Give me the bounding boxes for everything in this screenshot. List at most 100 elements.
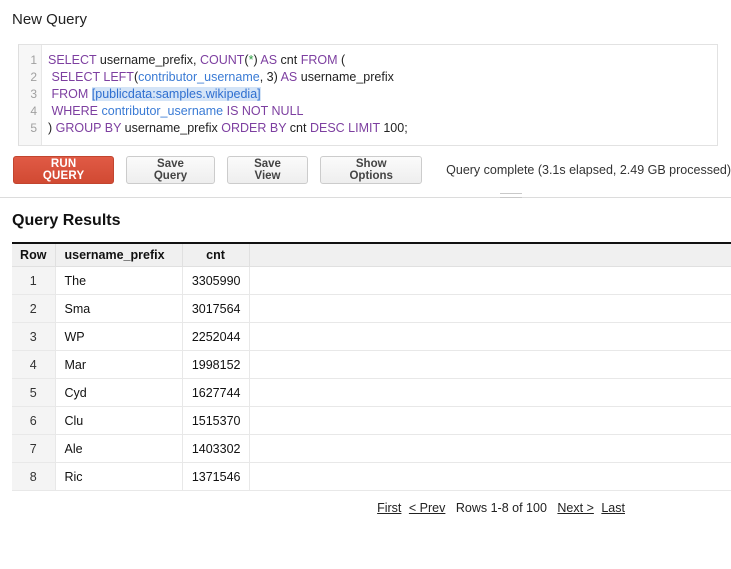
cell-blank bbox=[249, 406, 731, 435]
code-token: 100 bbox=[383, 121, 405, 135]
cell-username-prefix: Ric bbox=[55, 462, 183, 491]
cell-row-number: 2 bbox=[12, 294, 56, 323]
table-row[interactable]: 5 Cyd 1627744 bbox=[12, 378, 731, 407]
code-token: AS bbox=[280, 70, 298, 84]
grip-line bbox=[500, 193, 522, 194]
pagination-controls: First < Prev Rows 1-8 of 100 Next > Last bbox=[0, 501, 731, 515]
pagination-next-link[interactable]: Next > bbox=[557, 501, 593, 515]
code-token: username_prefix bbox=[121, 121, 222, 135]
editor-code-line: WHERE contributor_username IS NOT NULL bbox=[48, 103, 717, 120]
editor-line-number-gutter: 1 2 3 4 5 bbox=[19, 45, 42, 145]
code-token: FROM bbox=[51, 87, 89, 101]
editor-top-padding bbox=[48, 45, 717, 52]
editor-line-number: 1 bbox=[30, 53, 37, 67]
show-options-button[interactable]: Show Options bbox=[320, 156, 423, 184]
code-token: DESC LIMIT bbox=[309, 121, 380, 135]
cell-cnt: 2252044 bbox=[182, 322, 250, 351]
code-token: AS bbox=[260, 53, 278, 67]
pagination-prev-link[interactable]: < Prev bbox=[409, 501, 445, 515]
table-row[interactable]: 6 Clu 1515370 bbox=[12, 406, 731, 435]
table-row[interactable]: 3 WP 2252044 bbox=[12, 322, 731, 351]
cell-blank bbox=[249, 378, 731, 407]
run-query-button[interactable]: RUN QUERY bbox=[13, 156, 115, 184]
cell-username-prefix: Mar bbox=[55, 350, 183, 379]
cell-cnt: 1627744 bbox=[182, 378, 250, 407]
pagination-first-link[interactable]: First bbox=[377, 501, 401, 515]
cell-blank bbox=[249, 434, 731, 463]
table-row[interactable]: 4 Mar 1998152 bbox=[12, 350, 731, 379]
code-token: COUNT bbox=[199, 53, 245, 67]
code-token: [publicdata:samples.wikipedia] bbox=[91, 87, 261, 101]
pagination-last-link[interactable]: Last bbox=[601, 501, 625, 515]
cell-username-prefix: Sma bbox=[55, 294, 183, 323]
column-header-blank bbox=[249, 243, 731, 267]
cell-blank bbox=[249, 462, 731, 491]
column-header-cnt[interactable]: cnt bbox=[182, 243, 250, 267]
editor-code-line: SELECT username_prefix, COUNT(*) AS cnt … bbox=[48, 52, 717, 69]
editor-code-line: FROM [publicdata:samples.wikipedia] bbox=[48, 86, 717, 103]
code-token: WHERE bbox=[51, 104, 99, 118]
save-view-button[interactable]: Save View bbox=[226, 156, 309, 184]
code-token: , bbox=[259, 70, 267, 84]
code-token: LEFT bbox=[103, 70, 134, 84]
code-token: IS NOT NULL bbox=[226, 104, 304, 118]
cell-username-prefix: WP bbox=[55, 322, 183, 351]
cell-cnt: 3017564 bbox=[182, 294, 250, 323]
resize-grip-handle[interactable] bbox=[500, 193, 522, 202]
code-token: cnt bbox=[286, 121, 310, 135]
editor-code-line: ) GROUP BY username_prefix ORDER BY cnt … bbox=[48, 120, 717, 137]
code-token: contributor_username bbox=[101, 104, 224, 118]
cell-cnt: 3305990 bbox=[182, 266, 250, 295]
cell-username-prefix: Ale bbox=[55, 434, 183, 463]
table-row[interactable]: 1 The 3305990 bbox=[12, 266, 731, 295]
table-row[interactable]: 8 Ric 1371546 bbox=[12, 462, 731, 491]
cell-cnt: 1403302 bbox=[182, 434, 250, 463]
code-token: GROUP BY bbox=[55, 121, 122, 135]
cell-row-number: 7 bbox=[12, 434, 56, 463]
grip-line bbox=[500, 197, 522, 198]
editor-line-number: 2 bbox=[30, 70, 37, 84]
cell-blank bbox=[249, 266, 731, 295]
editor-line-number: 3 bbox=[30, 87, 37, 101]
query-status-text: Query complete (3.1s elapsed, 2.49 GB pr… bbox=[446, 163, 731, 177]
query-editor[interactable]: 1 2 3 4 5 SELECT username_prefix, COUNT(*) A… bbox=[18, 44, 718, 146]
code-token: SELECT bbox=[48, 53, 97, 67]
code-token: ORDER BY bbox=[221, 121, 287, 135]
cell-row-number: 4 bbox=[12, 350, 56, 379]
page-title: New Query bbox=[12, 11, 88, 28]
cell-row-number: 3 bbox=[12, 322, 56, 351]
code-token: ) bbox=[48, 121, 56, 135]
query-results-table: Row username_prefix cnt 1 The 3305990 2 Sma 3… bbox=[12, 242, 731, 491]
cell-blank bbox=[249, 294, 731, 323]
table-header-row: Row username_prefix cnt bbox=[12, 243, 731, 267]
column-header-row[interactable]: Row bbox=[12, 243, 56, 267]
query-toolbar: RUN QUERY Save Query Save View Show Opti… bbox=[13, 156, 731, 184]
code-token: FROM bbox=[300, 53, 338, 67]
table-row[interactable]: 7 Ale 1403302 bbox=[12, 434, 731, 463]
cell-username-prefix: The bbox=[55, 266, 183, 295]
cell-row-number: 5 bbox=[12, 378, 56, 407]
cell-cnt: 1371546 bbox=[182, 462, 250, 491]
code-token: SELECT bbox=[51, 70, 100, 84]
results-heading: Query Results bbox=[12, 212, 121, 229]
column-header-username-prefix[interactable]: username_prefix bbox=[55, 243, 183, 267]
pagination-rows-label: Rows 1-8 of 100 bbox=[455, 501, 547, 515]
editor-line-number: 5 bbox=[30, 121, 37, 135]
cell-cnt: 1998152 bbox=[182, 350, 250, 379]
save-query-button[interactable]: Save Query bbox=[126, 156, 215, 184]
editor-code-area[interactable]: SELECT username_prefix, COUNT(*) AS cnt … bbox=[43, 45, 717, 137]
code-token: username_prefix, bbox=[96, 53, 200, 67]
cell-blank bbox=[249, 350, 731, 379]
cell-username-prefix: Cyd bbox=[55, 378, 183, 407]
cell-cnt: 1515370 bbox=[182, 406, 250, 435]
code-token: ; bbox=[404, 121, 408, 135]
cell-row-number: 1 bbox=[12, 266, 56, 295]
editor-code-line: SELECT LEFT(contributor_username, 3) AS … bbox=[48, 69, 717, 86]
cell-username-prefix: Clu bbox=[55, 406, 183, 435]
code-token: username_prefix bbox=[297, 70, 394, 84]
code-token: contributor_username bbox=[138, 70, 260, 84]
editor-line-number: 4 bbox=[30, 104, 37, 118]
table-row[interactable]: 2 Sma 3017564 bbox=[12, 294, 731, 323]
code-token: 3 bbox=[266, 70, 274, 84]
cell-row-number: 8 bbox=[12, 462, 56, 491]
